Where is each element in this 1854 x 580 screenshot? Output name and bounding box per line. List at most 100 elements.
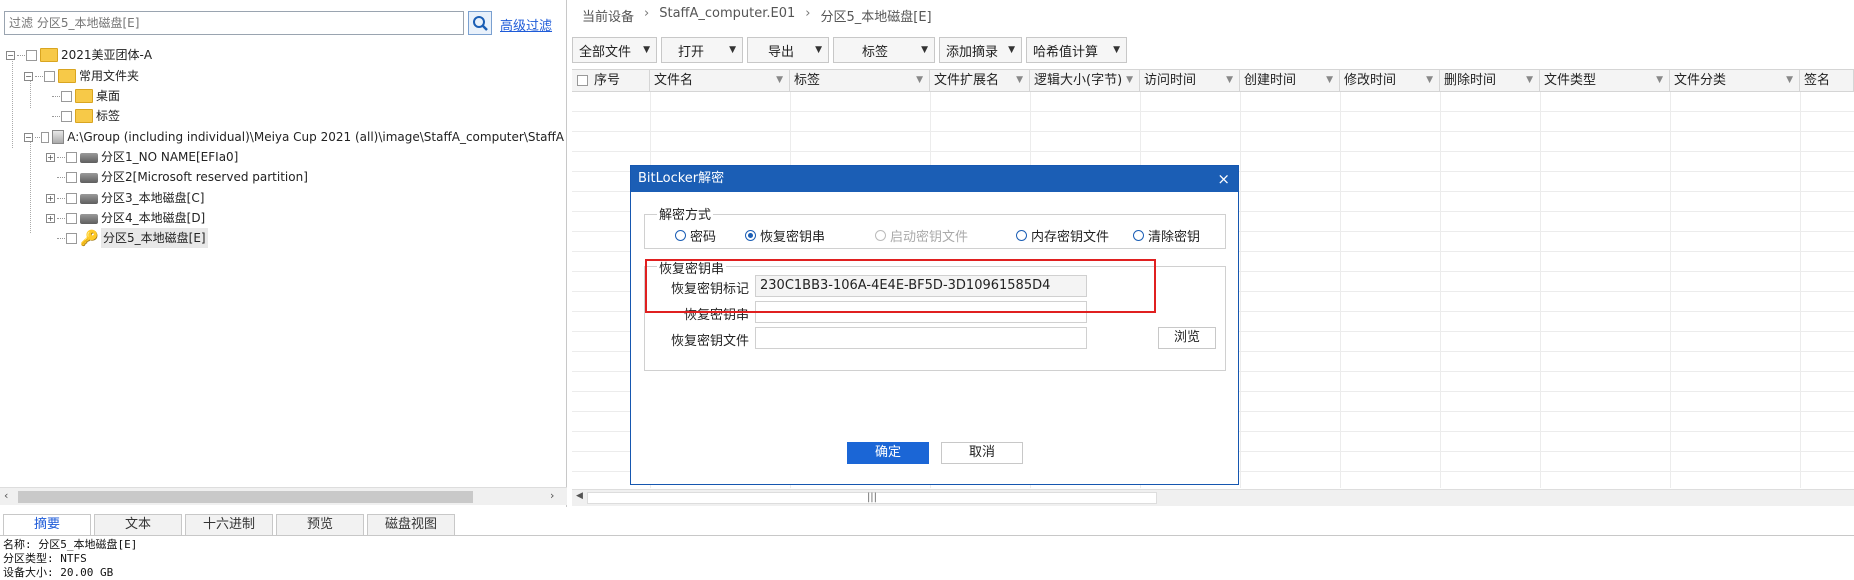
open-dropdown[interactable]: 打开 ▼ — [661, 37, 743, 63]
breadcrumb-item[interactable]: StaffA_computer.E01 — [659, 6, 795, 25]
tree-node-partition-3[interactable]: + 分区3_本地磁盘[C] — [46, 188, 204, 208]
ok-button[interactable]: 确定 — [847, 442, 929, 464]
search-icon — [473, 16, 488, 31]
column-header[interactable]: 文件类型 ▼ — [1540, 70, 1670, 91]
filter-icon[interactable]: ▼ — [1226, 70, 1233, 91]
folder-icon — [75, 89, 93, 103]
recovery-file-input[interactable] — [755, 327, 1087, 349]
column-header[interactable]: 文件分类 ▼ — [1670, 70, 1800, 91]
column-header[interactable]: 文件名 ▼ — [650, 70, 790, 91]
tab-hex[interactable]: 十六进制 — [185, 514, 273, 535]
column-divider — [1800, 92, 1801, 488]
column-label: 访问时间 — [1144, 73, 1197, 88]
select-all-checkbox[interactable] — [577, 75, 588, 86]
tree-checkbox[interactable] — [66, 171, 77, 183]
tree-node-partition-2[interactable]: 分区2[Microsoft reserved partition] — [57, 167, 308, 187]
column-header[interactable]: 序号 — [572, 70, 650, 91]
export-dropdown[interactable]: 导出 ▼ — [747, 37, 829, 63]
column-divider — [1240, 92, 1241, 488]
tree-checkbox[interactable] — [61, 90, 72, 102]
browse-button[interactable]: 浏览 — [1158, 327, 1216, 349]
table-row[interactable] — [572, 92, 1854, 112]
right-horizontal-scrollbar[interactable]: ◀ ||| — [572, 489, 1854, 506]
filter-search-button[interactable] — [468, 11, 492, 35]
tree-node-partition-5[interactable]: 🔑 分区5_本地磁盘[E] — [57, 228, 208, 248]
radio-memory-key-file[interactable]: 内存密钥文件 — [1016, 226, 1109, 245]
tree-checkbox[interactable] — [61, 110, 72, 122]
tree-checkbox[interactable] — [40, 131, 49, 143]
column-header[interactable]: 访问时间 ▼ — [1140, 70, 1240, 91]
filter-icon[interactable]: ▼ — [1126, 70, 1133, 91]
column-divider — [1440, 92, 1441, 488]
collapse-icon[interactable]: − — [24, 71, 33, 81]
tree-checkbox[interactable] — [66, 192, 77, 204]
tree-node-tags[interactable]: 标签 — [52, 106, 120, 126]
column-header[interactable]: 标签 ▼ — [790, 70, 930, 91]
radio-clear-key[interactable]: 清除密钥 — [1133, 226, 1200, 245]
filter-icon[interactable]: ▼ — [1016, 70, 1023, 91]
scrollbar-thumb[interactable]: ||| — [587, 492, 1157, 504]
filter-icon[interactable]: ▼ — [1526, 70, 1533, 91]
scroll-right-icon[interactable]: › — [550, 489, 554, 502]
breadcrumb-item[interactable]: 分区5_本地磁盘[E] — [820, 6, 931, 25]
expand-icon[interactable]: + — [46, 213, 55, 223]
tab-preview[interactable]: 预览 — [276, 514, 364, 535]
tree-checkbox[interactable] — [66, 212, 77, 224]
filter-icon[interactable]: ▼ — [1426, 70, 1433, 91]
breadcrumb-item[interactable]: 当前设备 — [582, 6, 634, 25]
tree-node-label: 桌面 — [96, 89, 121, 103]
add-excerpt-dropdown[interactable]: 添加摘录 ▼ — [939, 37, 1022, 63]
tree-node-partition-1[interactable]: + 分区1_NO NAME[EFIa0] — [46, 147, 238, 167]
hash-calc-dropdown[interactable]: 哈希值计算 ▼ — [1026, 37, 1127, 63]
caret-down-icon: ▼ — [643, 45, 650, 55]
tree-guide-line — [12, 56, 13, 148]
collapse-icon[interactable]: − — [24, 132, 33, 142]
tab-disk-view[interactable]: 磁盘视图 — [367, 514, 455, 535]
collapse-icon[interactable]: − — [6, 50, 15, 60]
advanced-filter-link[interactable]: 高级过滤 — [500, 15, 552, 34]
scrollbar-thumb[interactable] — [18, 491, 473, 503]
filter-input[interactable] — [4, 11, 464, 35]
column-header[interactable]: 签名 — [1800, 70, 1854, 91]
tree-checkbox[interactable] — [44, 70, 55, 82]
tag-dropdown[interactable]: 标签 ▼ — [833, 37, 935, 63]
table-row[interactable] — [572, 112, 1854, 132]
tree-node-partition-4[interactable]: + 分区4_本地磁盘[D] — [46, 208, 205, 228]
tree-node-root[interactable]: − 2021美亚团体-A — [6, 45, 152, 65]
tree-checkbox[interactable] — [66, 151, 77, 163]
expand-icon[interactable]: + — [46, 152, 55, 162]
scroll-left-icon[interactable]: ‹ — [4, 489, 8, 502]
close-icon[interactable]: × — [1217, 166, 1230, 192]
column-label: 序号 — [594, 73, 621, 88]
tab-text[interactable]: 文本 — [94, 514, 182, 535]
expand-icon[interactable]: + — [46, 193, 55, 203]
scroll-left-icon[interactable]: ◀ — [576, 491, 583, 501]
filter-icon[interactable]: ▼ — [1786, 70, 1793, 91]
tree-node-image[interactable]: − A:\Group (including individual)\Meiya … — [24, 127, 564, 147]
tree-checkbox[interactable] — [66, 232, 77, 244]
table-row[interactable] — [572, 132, 1854, 152]
column-header[interactable]: 删除时间 ▼ — [1440, 70, 1540, 91]
tree-node-label: 常用文件夹 — [79, 69, 140, 83]
dialog-title: BitLocker解密 — [638, 171, 725, 186]
column-header[interactable]: 修改时间 ▼ — [1340, 70, 1440, 91]
column-header[interactable]: 创建时间 ▼ — [1240, 70, 1340, 91]
filter-icon[interactable]: ▼ — [776, 70, 783, 91]
column-divider — [1670, 92, 1671, 488]
column-header[interactable]: 文件扩展名 ▼ — [930, 70, 1030, 91]
left-horizontal-scrollbar[interactable]: ‹ › — [0, 487, 567, 505]
radio-recovery-key[interactable]: 恢复密钥串 — [745, 226, 825, 245]
radio-password[interactable]: 密码 — [675, 226, 716, 245]
cancel-button[interactable]: 取消 — [941, 442, 1023, 464]
filter-icon[interactable]: ▼ — [1656, 70, 1663, 91]
filter-icon[interactable]: ▼ — [916, 70, 923, 91]
tree-node-label: 2021美亚团体-A — [61, 48, 153, 62]
tree-checkbox[interactable] — [26, 49, 37, 61]
all-files-dropdown[interactable]: 全部文件 ▼ — [572, 37, 657, 63]
tree-node-common-folders[interactable]: − 常用文件夹 — [24, 66, 139, 86]
radio-label: 密码 — [690, 230, 717, 245]
filter-icon[interactable]: ▼ — [1326, 70, 1333, 91]
tree-node-desktop[interactable]: 桌面 — [52, 86, 120, 106]
column-header[interactable]: 逻辑大小(字节) ▼ — [1030, 70, 1140, 91]
tab-summary[interactable]: 摘要 — [3, 514, 91, 535]
